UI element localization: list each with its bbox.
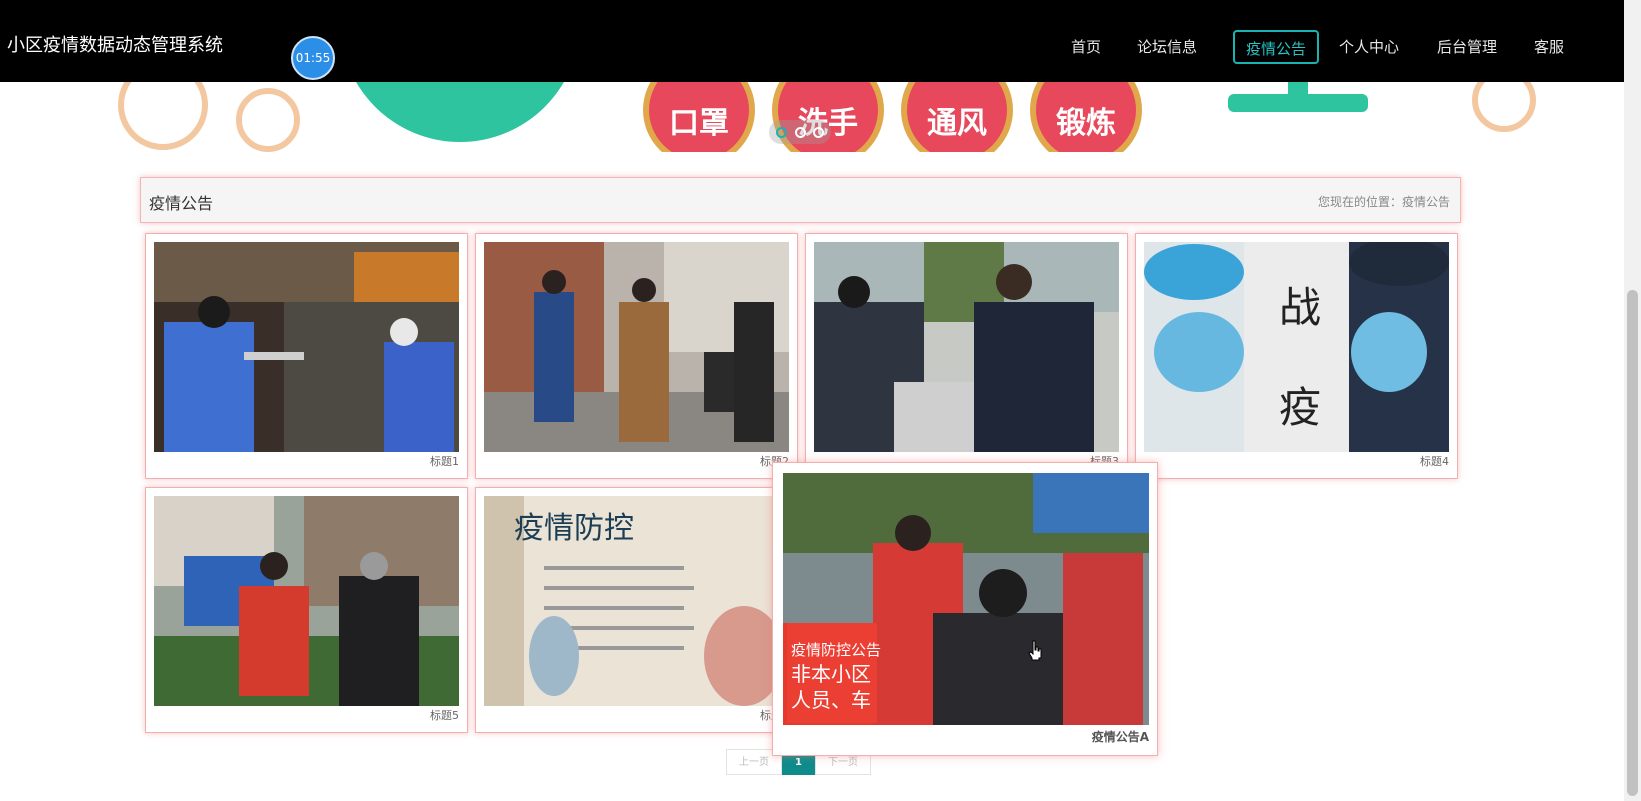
notice-card-hover[interactable]: 疫情防控公告 非本小区 人员、车 疫情公告A bbox=[772, 462, 1158, 756]
notice-photo bbox=[154, 496, 459, 706]
nav-admin[interactable]: 后台管理 bbox=[1427, 30, 1507, 64]
carousel-dot[interactable] bbox=[776, 126, 788, 138]
nav-personal-center[interactable]: 个人中心 bbox=[1329, 30, 1409, 64]
svg-text:疫: 疫 bbox=[1279, 383, 1321, 432]
notice-caption: 疫情公告A bbox=[1091, 730, 1149, 744]
notice-photo bbox=[814, 242, 1119, 452]
nav-service[interactable]: 客服 bbox=[1524, 30, 1574, 64]
banner-badge-ventilate: 通风 bbox=[901, 82, 1013, 152]
notice-photo: 战 疫 bbox=[1144, 242, 1449, 452]
page-scrollbar[interactable] bbox=[1624, 0, 1641, 801]
nav-home[interactable]: 首页 bbox=[1056, 30, 1116, 64]
nav-notice[interactable]: 疫情公告 bbox=[1233, 30, 1319, 64]
notice-card[interactable]: 疫情防控 标题6 bbox=[475, 487, 798, 733]
notice-card[interactable]: 标题3 bbox=[805, 233, 1128, 479]
timer-badge: 01:55 bbox=[291, 36, 335, 80]
notice-card[interactable]: 战 疫 标题4 bbox=[1135, 233, 1458, 479]
hand-cursor-icon bbox=[1028, 640, 1042, 661]
breadcrumb: 您现在的位置：疫情公告 bbox=[1317, 195, 1450, 209]
svg-text:人员、车: 人员、车 bbox=[791, 688, 871, 712]
notice-card[interactable]: 标题5 bbox=[145, 487, 468, 733]
notice-photo: 疫情防控公告 非本小区 人员、车 bbox=[783, 473, 1149, 725]
nav-forum[interactable]: 论坛信息 bbox=[1127, 30, 1207, 64]
top-navbar: 小区疫情数据动态管理系统 首页 论坛信息 疫情公告 个人中心 后台管理 客服 bbox=[0, 0, 1624, 82]
svg-text:疫情防控公告: 疫情防控公告 bbox=[791, 641, 881, 659]
notice-photo: 疫情防控 bbox=[484, 496, 789, 706]
svg-text:疫情防控: 疫情防控 bbox=[514, 511, 634, 546]
notice-photo bbox=[154, 242, 459, 452]
carousel-dots bbox=[769, 120, 831, 144]
decor-shape bbox=[1228, 94, 1368, 112]
notice-card[interactable]: 标题2 bbox=[475, 233, 798, 479]
section-title: 疫情公告 bbox=[149, 194, 214, 213]
decor-shape bbox=[340, 82, 580, 142]
scrollbar-thumb[interactable] bbox=[1627, 290, 1638, 796]
notice-caption: 标题1 bbox=[430, 455, 459, 468]
decor-ring bbox=[118, 82, 208, 150]
section-header: 疫情公告 您现在的位置：疫情公告 bbox=[140, 177, 1461, 223]
svg-text:非本小区: 非本小区 bbox=[791, 662, 871, 686]
banner-badge-mask: 口罩 bbox=[643, 82, 755, 152]
site-brand[interactable]: 小区疫情数据动态管理系统 bbox=[7, 34, 223, 58]
notice-card[interactable]: 标题1 bbox=[145, 233, 468, 479]
notice-photo bbox=[484, 242, 789, 452]
carousel-dot[interactable] bbox=[794, 126, 806, 138]
carousel-dot[interactable] bbox=[812, 126, 824, 138]
notice-caption: 标题5 bbox=[430, 709, 459, 722]
notice-caption: 标题4 bbox=[1420, 455, 1449, 468]
decor-ring bbox=[236, 88, 300, 152]
banner-badge-exercise: 锻炼 bbox=[1030, 82, 1142, 152]
decor-ring bbox=[1472, 82, 1536, 132]
svg-text:战: 战 bbox=[1279, 283, 1321, 332]
